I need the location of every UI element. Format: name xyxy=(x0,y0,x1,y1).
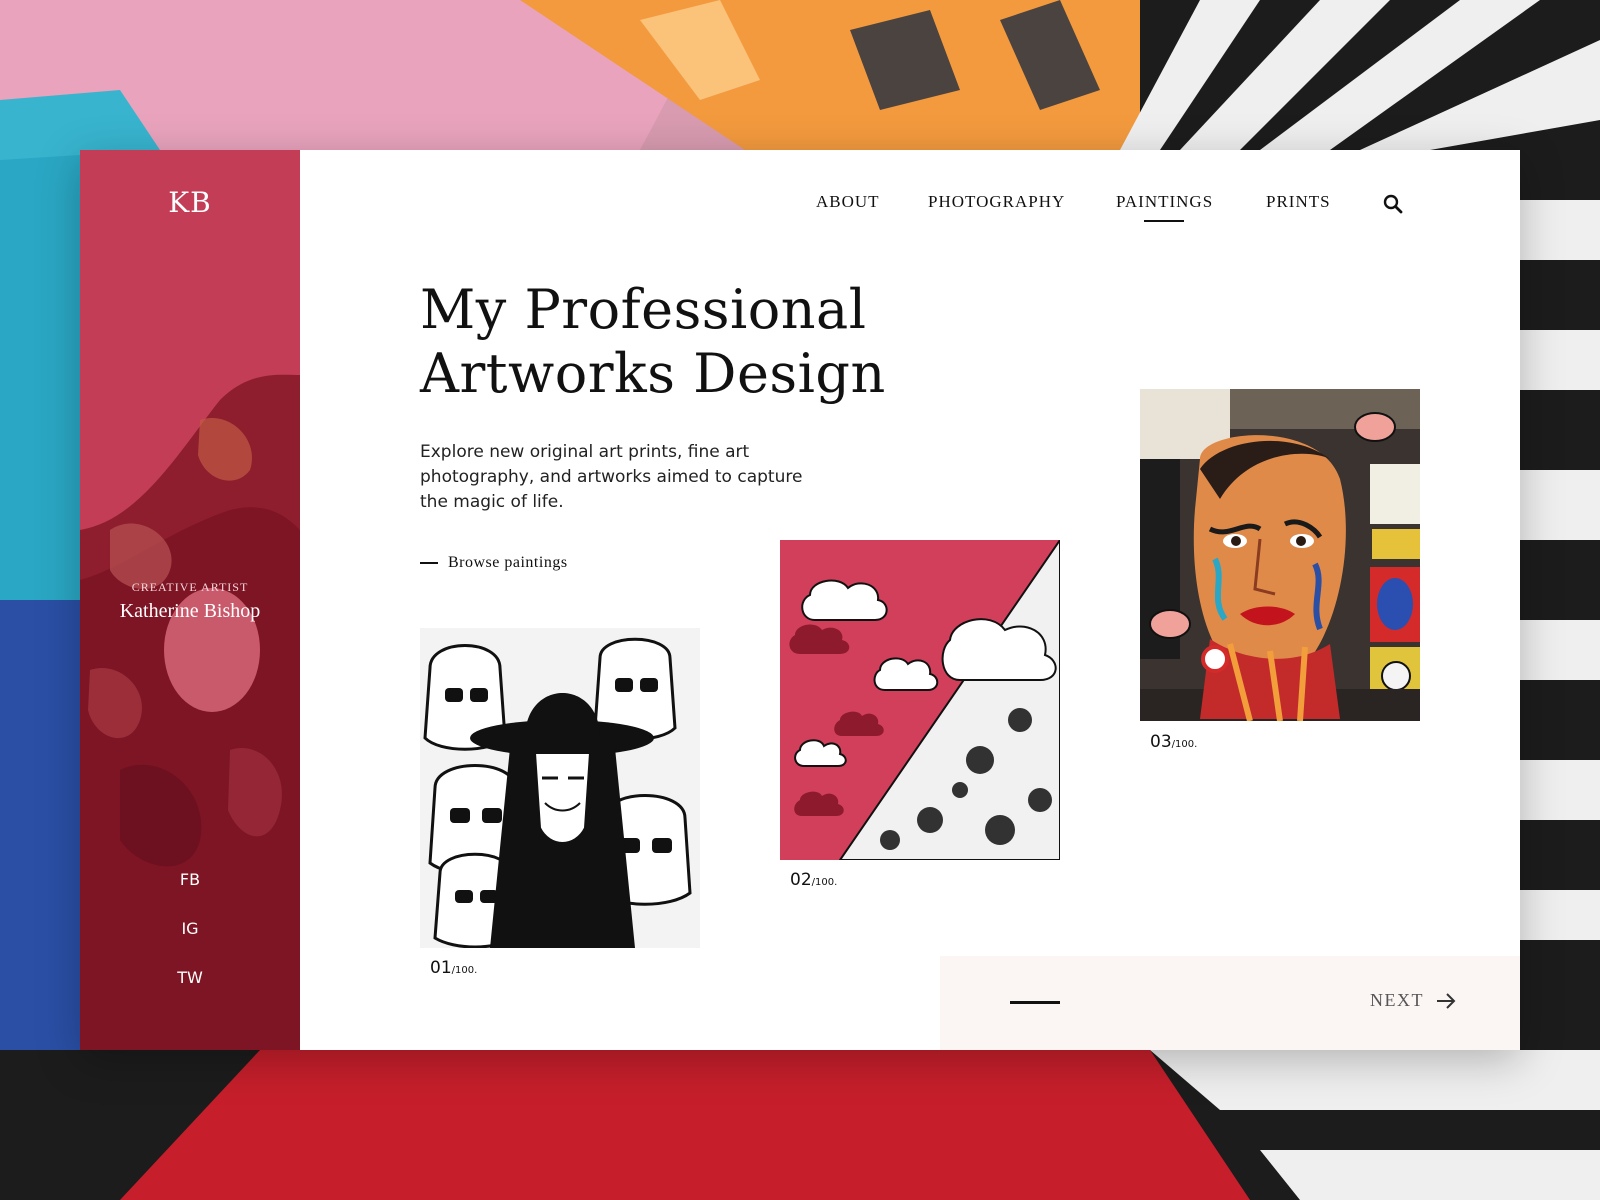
artwork-number-01: 01/100. xyxy=(430,958,477,978)
main-card: KB CREATIVE ARTIST Katherine Bishop FB I… xyxy=(80,150,1520,1050)
artwork-number-03: 03/100. xyxy=(1150,732,1197,752)
next-button[interactable]: NEXT xyxy=(1370,990,1456,1011)
progress-indicator xyxy=(1010,1001,1060,1004)
logo[interactable]: KB xyxy=(80,186,300,219)
artwork-index-02: 02 xyxy=(790,870,812,890)
nav-photography[interactable]: PHOTOGRAPHY xyxy=(928,192,1065,212)
artwork-card-02[interactable] xyxy=(780,540,1060,860)
nav-about[interactable]: ABOUT xyxy=(816,192,880,212)
next-label: NEXT xyxy=(1370,990,1424,1010)
pager: NEXT xyxy=(940,956,1520,1050)
sidebar: KB CREATIVE ARTIST Katherine Bishop FB I… xyxy=(80,150,300,1050)
arrow-right-icon xyxy=(1437,992,1456,1009)
artwork-card-01[interactable] xyxy=(420,628,700,948)
artwork-total-02: /100. xyxy=(811,877,838,888)
search-icon[interactable] xyxy=(1382,193,1404,215)
page-title: My Professional Artworks Design xyxy=(420,278,980,406)
social-link-fb[interactable]: FB xyxy=(80,870,300,889)
artwork-image-01 xyxy=(420,628,700,948)
artwork-index-03: 03 xyxy=(1150,732,1172,752)
social-link-ig[interactable]: IG xyxy=(80,919,300,938)
artwork-image-02 xyxy=(780,540,1060,860)
social-link-tw[interactable]: TW xyxy=(80,968,300,987)
nav-prints[interactable]: PRINTS xyxy=(1266,192,1331,212)
artwork-total-03: /100. xyxy=(1171,739,1198,750)
artwork-total-01: /100. xyxy=(451,965,478,976)
artist-role: CREATIVE ARTIST xyxy=(131,580,249,594)
nav-paintings[interactable]: PAINTINGS xyxy=(1116,192,1213,212)
artwork-card-03[interactable] xyxy=(1140,389,1420,721)
artist-name: Katherine Bishop xyxy=(119,600,261,622)
browse-label: Browse paintings xyxy=(448,554,568,571)
artwork-number-02: 02/100. xyxy=(790,870,837,890)
title-line-2: Artworks Design xyxy=(420,342,886,405)
title-line-1: My Professional xyxy=(420,278,867,341)
artwork-image-03 xyxy=(1140,389,1420,721)
dash-icon xyxy=(420,562,438,564)
artwork-index-01: 01 xyxy=(430,958,452,978)
hero-description: Explore new original art prints, fine ar… xyxy=(420,442,803,512)
nav-active-indicator xyxy=(1144,220,1184,222)
browse-paintings-link[interactable]: Browse paintings xyxy=(420,554,568,572)
